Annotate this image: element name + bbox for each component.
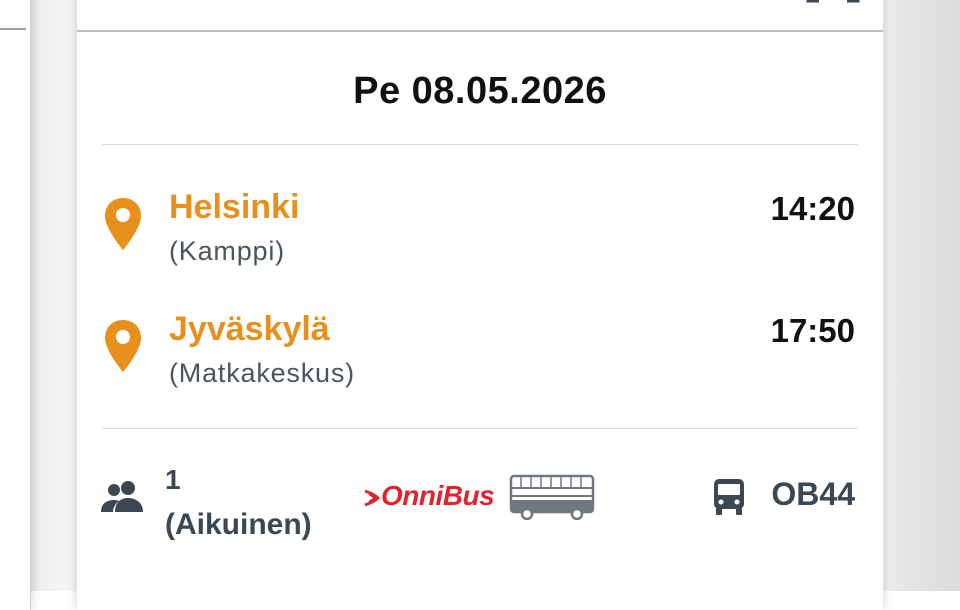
people-icon — [101, 481, 143, 512]
passenger-count: 1 — [165, 464, 181, 495]
bus-icon — [714, 479, 744, 515]
divider — [102, 428, 858, 429]
card-header — [77, 0, 883, 32]
travel-date: Pe 08.05.2026 — [353, 70, 607, 112]
line-code: OB44 — [771, 476, 855, 512]
departure-time: 14:20 — [770, 190, 855, 227]
double-decker-bus-icon — [509, 474, 595, 520]
location-pin-icon — [105, 198, 141, 250]
expand-icon[interactable] — [805, 0, 861, 8]
operator-logo: OnniBus — [381, 480, 495, 511]
ticket-card: Pe 08.05.2026 Helsinki (Kamppi) 14:20 Jy… — [77, 0, 883, 610]
location-pin-icon — [105, 320, 141, 372]
destination-name: Jyväskylä — [169, 310, 330, 348]
origin-station: (Kamppi) — [169, 236, 285, 266]
arrival-time: 17:50 — [770, 312, 855, 349]
previous-ticket-card[interactable] — [0, 0, 31, 610]
origin-name: Helsinki — [169, 188, 300, 226]
passenger-type: (Aikuinen) — [165, 508, 312, 541]
divider — [102, 144, 858, 145]
destination-stop: Jyväskylä (Matkakeskus) 17:50 — [77, 306, 883, 406]
operator-swoosh-icon — [364, 489, 381, 507]
origin-stop: Helsinki (Kamppi) 14:20 — [77, 184, 883, 284]
card-divider — [0, 28, 26, 30]
destination-station: (Matkakeskus) — [169, 358, 355, 388]
